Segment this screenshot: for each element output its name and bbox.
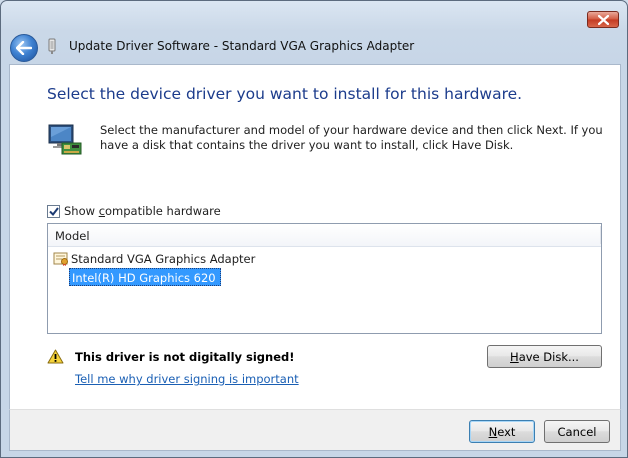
model-column-header[interactable]: Model (48, 224, 601, 247)
model-item-selected[interactable]: Intel(R) HD Graphics 620 (69, 268, 221, 286)
back-button[interactable] (10, 34, 38, 62)
monitor-device-icon (48, 124, 82, 155)
next-button[interactable]: Next (469, 420, 535, 443)
instruction-text: Select the manufacturer and model of you… (100, 123, 603, 152)
driver-signing-link[interactable]: Tell me why driver signing is important (75, 372, 299, 386)
model-listbox[interactable]: Model Standard VGA Graphics Adapter Inte… (47, 223, 602, 334)
checkmark-icon (48, 206, 59, 216)
close-button[interactable] (587, 11, 619, 28)
compatible-hardware-checkbox-row[interactable]: Show compatible hardware (47, 204, 221, 218)
back-arrow-icon (16, 41, 32, 55)
close-icon (597, 14, 609, 25)
window-title: Update Driver Software - Standard VGA Gr… (69, 39, 415, 53)
driver-certificate-icon (53, 252, 68, 266)
unsigned-driver-warning: This driver is not digitally signed! (75, 350, 295, 364)
device-plug-icon (48, 38, 56, 54)
dialog-window: Update Driver Software - Standard VGA Gr… (0, 0, 628, 458)
cancel-button[interactable]: Cancel (544, 420, 610, 443)
manufacturer-item[interactable]: Standard VGA Graphics Adapter (53, 251, 255, 266)
manufacturer-label: Standard VGA Graphics Adapter (71, 251, 256, 266)
compatible-hardware-label: Show compatible hardware (64, 204, 221, 218)
have-disk-button[interactable]: Have Disk... (487, 345, 602, 368)
wizard-content: Select the device driver you want to ins… (9, 64, 621, 409)
page-heading: Select the device driver you want to ins… (47, 85, 523, 103)
compatible-hardware-checkbox[interactable] (47, 204, 60, 218)
button-bar: Next Cancel (9, 409, 621, 451)
warning-triangle-icon (47, 349, 64, 364)
